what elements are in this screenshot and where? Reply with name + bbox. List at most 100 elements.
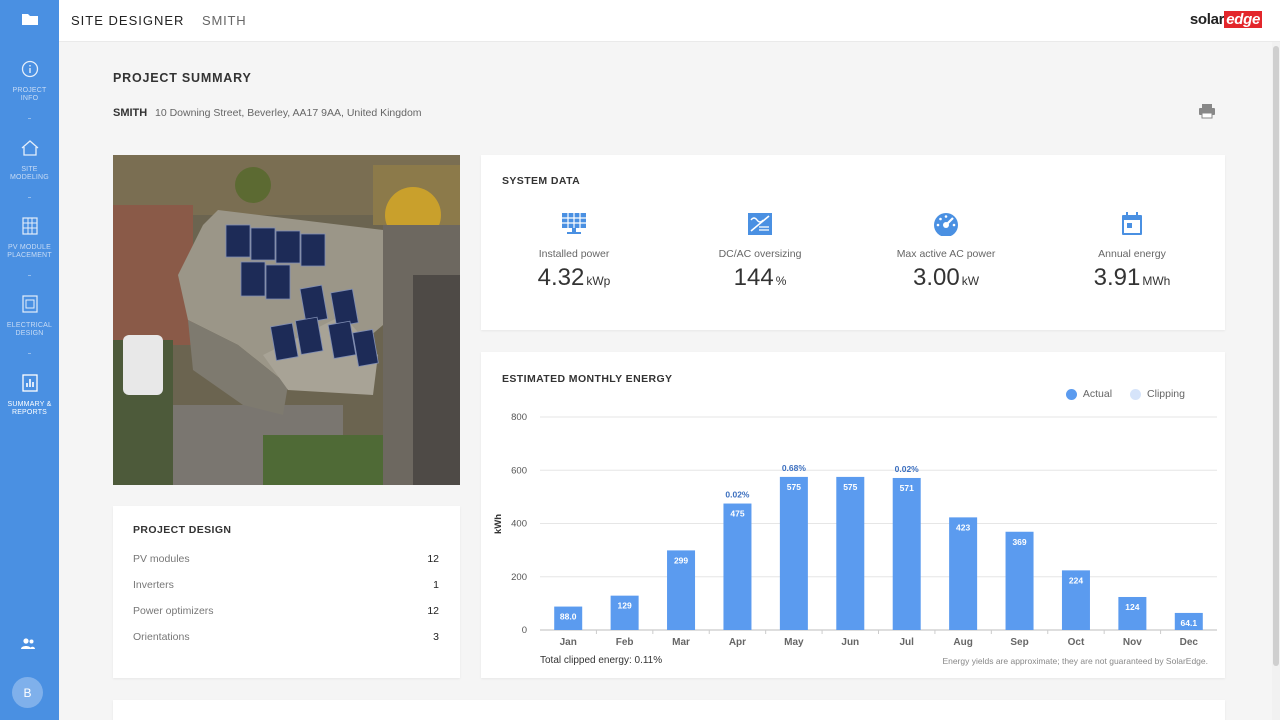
bar-value-label: 475 <box>730 509 744 519</box>
nav-separator <box>28 275 31 276</box>
scrollbar[interactable] <box>1272 42 1280 720</box>
design-row-label: Orientations <box>133 631 190 643</box>
y-axis-label: kWh <box>493 514 504 534</box>
sidebar-item-project-info[interactable]: PROJECT INFO <box>0 60 59 103</box>
metric-value: 3.00 kW <box>912 264 980 291</box>
metric-value: 144% <box>733 264 787 291</box>
bar-value-label: 299 <box>674 555 688 565</box>
sidebar-item-electrical-design[interactable]: ELECTRICAL DESIGN <box>0 295 59 338</box>
x-tick-label: Jun <box>841 637 859 648</box>
nav-separator <box>28 118 31 119</box>
design-row-value: 3 <box>433 631 439 643</box>
y-tick-label: 600 <box>511 465 527 476</box>
sidebar-item-pv-module-placement[interactable]: PV MODULE PLACEMENT <box>0 217 59 260</box>
avatar[interactable]: B <box>12 677 43 708</box>
design-row: Inverters 1 <box>133 579 439 591</box>
metric-label: Max active AC power <box>896 248 996 260</box>
clipping-label: 0.68% <box>782 463 807 473</box>
next-section-card <box>113 700 1225 720</box>
project-address: 10 Downing Street, Beverley, AA17 9AA, U… <box>155 107 422 119</box>
x-tick-label: Apr <box>729 637 746 648</box>
sidebar-top <box>0 0 59 42</box>
x-tick-label: May <box>784 637 804 648</box>
y-tick-label: 400 <box>511 519 527 530</box>
clipping-label: 0.02% <box>895 464 920 474</box>
home-icon <box>20 139 40 162</box>
disclaimer: Energy yields are approximate; they are … <box>942 656 1208 666</box>
metric-value: 3.91 MWh <box>1093 264 1171 291</box>
nav-separator <box>28 353 31 354</box>
sidebar-item-label: SUMMARY & REPORTS <box>7 401 52 416</box>
bar-value-label: 575 <box>843 482 857 492</box>
y-tick-label: 200 <box>511 572 527 583</box>
bar-jun <box>836 476 865 630</box>
x-tick-label: Mar <box>672 637 690 648</box>
design-row-value: 1 <box>433 579 439 591</box>
bar-value-label: 575 <box>787 482 801 492</box>
bar-value-label: 129 <box>618 601 632 611</box>
solar-panel-icon <box>489 210 659 238</box>
users-icon[interactable] <box>20 637 36 656</box>
bar-value-label: 571 <box>900 483 914 493</box>
bar-may <box>779 476 808 630</box>
sidebar-item-label: PROJECT INFO <box>12 87 47 102</box>
sidebar-item-site-modeling[interactable]: SITE MODELING <box>0 139 59 182</box>
x-tick-label: Aug <box>953 637 972 648</box>
design-row: Power optimizers 12 <box>133 605 439 617</box>
project-name: SMITH <box>202 13 247 28</box>
bar-value-label: 423 <box>956 522 970 532</box>
folder-icon[interactable] <box>21 12 39 31</box>
metric-annual-energy: Annual energy 3.91 MWh <box>1047 210 1217 292</box>
y-tick-label: 0 <box>522 625 527 636</box>
sidebar-item-label: PV MODULE PLACEMENT <box>7 244 52 259</box>
gauge-icon <box>861 210 1031 238</box>
metric-value: 4.32 kWp <box>537 264 611 291</box>
scrollbar-thumb[interactable] <box>1273 46 1279 666</box>
system-data-card: SYSTEM DATA Installed power 4.32 kWp DC/A… <box>481 155 1225 330</box>
report-icon <box>21 374 38 397</box>
metric-label: Installed power <box>538 248 610 260</box>
design-row-label: Power optimizers <box>133 605 214 617</box>
metric-dc-ac-oversizing: DC/AC oversizing 144% <box>675 210 845 292</box>
design-row: PV modules 12 <box>133 553 439 565</box>
metric-max-ac-power: Max active AC power 3.00 kW <box>861 210 1031 292</box>
bar-jul <box>892 477 921 630</box>
project-design-card: PROJECT DESIGN PV modules 12 Inverters 1… <box>113 506 460 678</box>
info-icon <box>21 60 39 83</box>
x-tick-label: Oct <box>1068 637 1085 648</box>
circuit-icon <box>21 295 38 318</box>
app-title[interactable]: SITE DESIGNER <box>71 13 184 28</box>
design-row-value: 12 <box>427 553 439 565</box>
calendar-icon <box>1047 210 1217 238</box>
print-button[interactable] <box>1197 103 1217 122</box>
monthly-energy-chart: 0 200 400 600 800 kWh 88.0 Jan 129 Feb 299 Mar 475 0.… <box>493 412 1217 648</box>
top-bar: SITE DESIGNER SMITH solar edge <box>59 0 1280 42</box>
grid-icon <box>21 217 38 240</box>
x-tick-label: Jul <box>899 637 914 648</box>
sidebar: PROJECT INFO SITE MODELING PV MODULE PLA… <box>0 0 59 720</box>
x-tick-label: Sep <box>1010 637 1028 648</box>
system-data-title: SYSTEM DATA <box>502 175 581 187</box>
oversizing-icon <box>675 210 845 238</box>
bar-apr <box>723 503 752 630</box>
design-row-value: 12 <box>427 605 439 617</box>
x-tick-label: Jan <box>560 637 577 648</box>
design-row-label: Inverters <box>133 579 174 591</box>
sidebar-item-summary-reports[interactable]: SUMMARY & REPORTS <box>0 374 59 417</box>
bar-value-label: 88.0 <box>560 612 577 622</box>
sidebar-item-label: ELECTRICAL DESIGN <box>6 322 53 337</box>
y-tick-label: 800 <box>511 412 527 423</box>
x-tick-label: Dec <box>1180 637 1199 648</box>
x-tick-label: Nov <box>1123 637 1142 648</box>
x-tick-label: Feb <box>616 637 634 648</box>
solaredge-logo: solar edge <box>1189 11 1262 28</box>
design-row: Orientations 3 <box>133 631 439 643</box>
bar-aug <box>949 517 978 630</box>
aerial-photo <box>113 155 460 485</box>
project-design-title: PROJECT DESIGN <box>133 524 232 536</box>
client-name: SMITH <box>113 107 148 119</box>
metric-label: Annual energy <box>1098 248 1166 260</box>
bar-value-label: 369 <box>1012 537 1026 547</box>
bar-value-label: 124 <box>1125 602 1139 612</box>
metric-label: DC/AC oversizing <box>718 248 802 260</box>
